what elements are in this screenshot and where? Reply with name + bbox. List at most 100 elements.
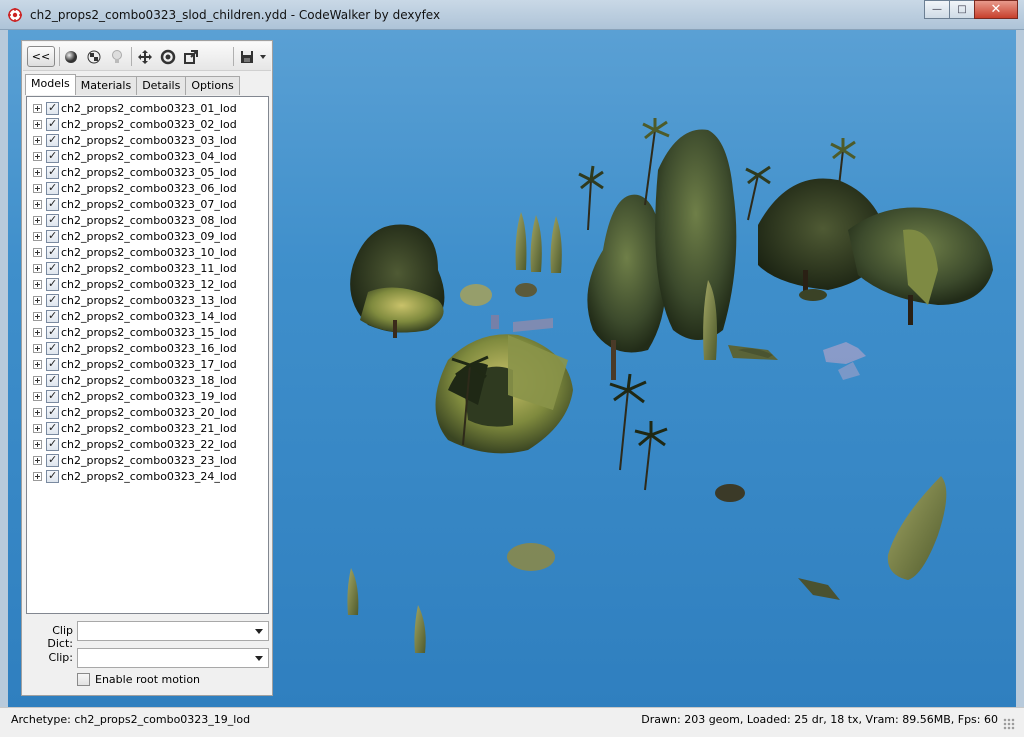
maximize-button[interactable]: □ — [949, 0, 975, 19]
tree-row[interactable]: ch2_props2_combo0323_24_lod — [33, 468, 237, 484]
tree-row[interactable]: ch2_props2_combo0323_13_lod — [33, 292, 237, 308]
model-visible-checkbox[interactable] — [46, 293, 59, 307]
checker-icon[interactable] — [84, 46, 104, 67]
model-visible-checkbox[interactable] — [46, 309, 59, 323]
tree-row[interactable]: ch2_props2_combo0323_22_lod — [33, 436, 237, 452]
tree-row[interactable]: ch2_props2_combo0323_04_lod — [33, 148, 237, 164]
tree-row[interactable]: ch2_props2_combo0323_01_lod — [33, 100, 237, 116]
model-name[interactable]: ch2_props2_combo0323_18_lod — [61, 374, 237, 387]
clip-dropdown[interactable] — [77, 648, 269, 668]
model-visible-checkbox[interactable] — [46, 261, 59, 275]
model-visible-checkbox[interactable] — [46, 341, 59, 355]
model-visible-checkbox[interactable] — [46, 197, 59, 211]
tree-row[interactable]: ch2_props2_combo0323_07_lod — [33, 196, 237, 212]
tree-row[interactable]: ch2_props2_combo0323_08_lod — [33, 212, 237, 228]
model-name[interactable]: ch2_props2_combo0323_24_lod — [61, 470, 237, 483]
model-name[interactable]: ch2_props2_combo0323_12_lod — [61, 278, 237, 291]
model-visible-checkbox[interactable] — [46, 405, 59, 419]
model-name[interactable]: ch2_props2_combo0323_15_lod — [61, 326, 237, 339]
expand-icon[interactable] — [33, 103, 42, 113]
model-tree[interactable]: ch2_props2_combo0323_01_lod ch2_props2_co… — [26, 96, 269, 614]
expand-icon[interactable] — [33, 215, 42, 225]
model-visible-checkbox[interactable] — [46, 453, 59, 467]
model-name[interactable]: ch2_props2_combo0323_17_lod — [61, 358, 237, 371]
model-visible-checkbox[interactable] — [46, 133, 59, 147]
expand-icon[interactable] — [33, 119, 42, 129]
expand-icon[interactable] — [33, 391, 42, 401]
sphere-icon[interactable] — [61, 46, 81, 67]
model-visible-checkbox[interactable] — [46, 437, 59, 451]
model-visible-checkbox[interactable] — [46, 165, 59, 179]
expand-icon[interactable] — [33, 423, 42, 433]
model-name[interactable]: ch2_props2_combo0323_20_lod — [61, 406, 237, 419]
minimize-button[interactable]: — — [924, 0, 950, 19]
tree-row[interactable]: ch2_props2_combo0323_16_lod — [33, 340, 237, 356]
model-name[interactable]: ch2_props2_combo0323_02_lod — [61, 118, 237, 131]
model-name[interactable]: ch2_props2_combo0323_05_lod — [61, 166, 237, 179]
tree-row[interactable]: ch2_props2_combo0323_10_lod — [33, 244, 237, 260]
model-visible-checkbox[interactable] — [46, 149, 59, 163]
bulb-icon[interactable] — [107, 46, 127, 67]
model-visible-checkbox[interactable] — [46, 245, 59, 259]
tree-row[interactable]: ch2_props2_combo0323_09_lod — [33, 228, 237, 244]
expand-icon[interactable] — [33, 455, 42, 465]
tree-row[interactable]: ch2_props2_combo0323_12_lod — [33, 276, 237, 292]
model-name[interactable]: ch2_props2_combo0323_11_lod — [61, 262, 237, 275]
tree-row[interactable]: ch2_props2_combo0323_20_lod — [33, 404, 237, 420]
model-name[interactable]: ch2_props2_combo0323_08_lod — [61, 214, 237, 227]
tree-row[interactable]: ch2_props2_combo0323_19_lod — [33, 388, 237, 404]
model-name[interactable]: ch2_props2_combo0323_22_lod — [61, 438, 237, 451]
model-name[interactable]: ch2_props2_combo0323_01_lod — [61, 102, 237, 115]
expand-icon[interactable] — [33, 407, 42, 417]
rotate-icon[interactable] — [158, 46, 178, 67]
expand-icon[interactable] — [33, 151, 42, 161]
tree-row[interactable]: ch2_props2_combo0323_03_lod — [33, 132, 237, 148]
expand-icon[interactable] — [33, 135, 42, 145]
expand-icon[interactable] — [33, 295, 42, 305]
model-name[interactable]: ch2_props2_combo0323_07_lod — [61, 198, 237, 211]
model-name[interactable]: ch2_props2_combo0323_10_lod — [61, 246, 237, 259]
tree-row[interactable]: ch2_props2_combo0323_15_lod — [33, 324, 237, 340]
expand-icon[interactable] — [33, 263, 42, 273]
save-icon[interactable] — [237, 46, 257, 67]
model-name[interactable]: ch2_props2_combo0323_14_lod — [61, 310, 237, 323]
tree-row[interactable]: ch2_props2_combo0323_17_lod — [33, 356, 237, 372]
expand-icon[interactable] — [33, 279, 42, 289]
expand-icon[interactable] — [33, 439, 42, 449]
expand-icon[interactable] — [33, 247, 42, 257]
expand-icon[interactable] — [33, 375, 42, 385]
model-visible-checkbox[interactable] — [46, 389, 59, 403]
model-visible-checkbox[interactable] — [46, 101, 59, 115]
model-name[interactable]: ch2_props2_combo0323_21_lod — [61, 422, 237, 435]
tab-details[interactable]: Details — [136, 76, 187, 95]
model-name[interactable]: ch2_props2_combo0323_13_lod — [61, 294, 237, 307]
expand-icon[interactable] — [33, 311, 42, 321]
tree-row[interactable]: ch2_props2_combo0323_05_lod — [33, 164, 237, 180]
model-visible-checkbox[interactable] — [46, 229, 59, 243]
expand-icon[interactable] — [33, 359, 42, 369]
expand-icon[interactable] — [33, 471, 42, 481]
tab-materials[interactable]: Materials — [74, 76, 138, 95]
tree-row[interactable]: ch2_props2_combo0323_21_lod — [33, 420, 237, 436]
expand-icon[interactable] — [33, 199, 42, 209]
expand-icon[interactable] — [33, 183, 42, 193]
clip-dict-dropdown[interactable] — [77, 621, 269, 641]
move-icon[interactable] — [135, 46, 155, 67]
expand-icon[interactable] — [33, 327, 42, 337]
model-name[interactable]: ch2_props2_combo0323_06_lod — [61, 182, 237, 195]
dropdown-arrow-icon[interactable] — [259, 46, 267, 67]
enable-root-motion-checkbox[interactable] — [77, 673, 90, 686]
model-visible-checkbox[interactable] — [46, 213, 59, 227]
tab-options[interactable]: Options — [185, 76, 240, 95]
scale-icon[interactable] — [181, 46, 201, 67]
expand-icon[interactable] — [33, 343, 42, 353]
tree-row[interactable]: ch2_props2_combo0323_11_lod — [33, 260, 237, 276]
expand-icon[interactable] — [33, 231, 42, 241]
model-name[interactable]: ch2_props2_combo0323_03_lod — [61, 134, 237, 147]
model-visible-checkbox[interactable] — [46, 181, 59, 195]
model-name[interactable]: ch2_props2_combo0323_19_lod — [61, 390, 237, 403]
close-button[interactable]: ✕ — [974, 0, 1018, 19]
tree-row[interactable]: ch2_props2_combo0323_14_lod — [33, 308, 237, 324]
tree-row[interactable]: ch2_props2_combo0323_02_lod — [33, 116, 237, 132]
model-name[interactable]: ch2_props2_combo0323_23_lod — [61, 454, 237, 467]
